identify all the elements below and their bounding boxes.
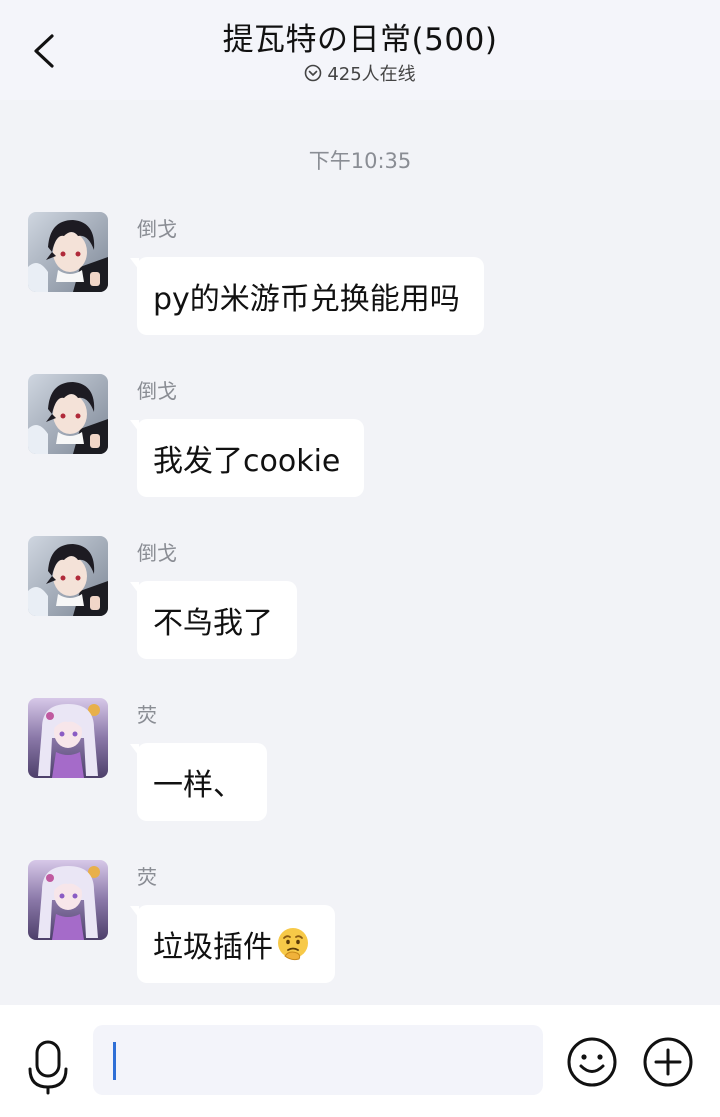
more-button[interactable] — [642, 1036, 694, 1088]
sender-name[interactable]: 荧 — [137, 699, 157, 728]
online-status[interactable]: 425人在线 — [0, 60, 720, 86]
plus-circle-icon — [643, 1037, 693, 1087]
avatar[interactable] — [28, 860, 108, 940]
message-item: 荧 一样、 — [0, 698, 720, 833]
avatar[interactable] — [28, 374, 108, 454]
sender-name[interactable]: 倒戈 — [137, 537, 177, 566]
microphone-icon — [28, 1040, 68, 1095]
dark-hair-boy-avatar-icon — [28, 212, 108, 292]
input-bar — [0, 1005, 720, 1117]
avatar[interactable] — [28, 536, 108, 616]
message-item: 荧 垃圾插件 — [0, 860, 720, 995]
message-text: 一样、 — [153, 768, 243, 803]
smiley-icon — [567, 1037, 617, 1087]
dark-hair-boy-avatar-icon — [28, 536, 108, 616]
sender-name[interactable]: 倒戈 — [137, 213, 177, 242]
message-item: 倒戈 我发了cookie — [0, 374, 720, 509]
group-title[interactable]: 提瓦特の日常(500) — [0, 14, 720, 59]
avatar[interactable] — [28, 698, 108, 778]
online-count: 425人在线 — [327, 64, 416, 85]
voice-button[interactable] — [26, 1039, 70, 1095]
message-text: 我发了cookie — [153, 444, 341, 479]
message-text: 不鸟我了 — [153, 606, 273, 641]
emoji-button[interactable] — [566, 1036, 618, 1088]
avatar[interactable] — [28, 212, 108, 292]
message-timestamp: 下午10:35 — [308, 149, 412, 173]
message-bubble[interactable]: 不鸟我了 — [130, 581, 297, 659]
chat-header: 提瓦特の日常(500) 425人在线 — [0, 0, 720, 100]
message-bubble[interactable]: 一样、 — [130, 743, 267, 821]
message-item: 倒戈 不鸟我了 — [0, 536, 720, 671]
message-list[interactable]: 下午10:35 倒戈 py的米游币兑换能用吗 倒戈 我发了cookie 倒戈 不… — [0, 100, 720, 1005]
message-text: py的米游币兑换能用吗 — [153, 282, 460, 317]
sender-name[interactable]: 荧 — [137, 861, 157, 890]
message-item: 倒戈 py的米游币兑换能用吗 — [0, 212, 720, 347]
message-bubble[interactable]: 垃圾插件 — [130, 905, 335, 983]
dark-hair-boy-avatar-icon — [28, 374, 108, 454]
message-text: 垃圾插件 — [153, 930, 273, 965]
sender-name[interactable]: 倒戈 — [137, 375, 177, 404]
silver-hair-girl-avatar-icon — [28, 860, 108, 940]
message-bubble[interactable]: py的米游币兑换能用吗 — [130, 257, 484, 335]
thinking-face-emoji-icon — [278, 928, 308, 961]
chevron-down-circle-icon — [305, 64, 322, 82]
message-input[interactable] — [93, 1025, 543, 1095]
text-cursor — [113, 1042, 116, 1080]
message-bubble[interactable]: 我发了cookie — [129, 419, 365, 497]
silver-hair-girl-avatar-icon — [28, 698, 108, 778]
